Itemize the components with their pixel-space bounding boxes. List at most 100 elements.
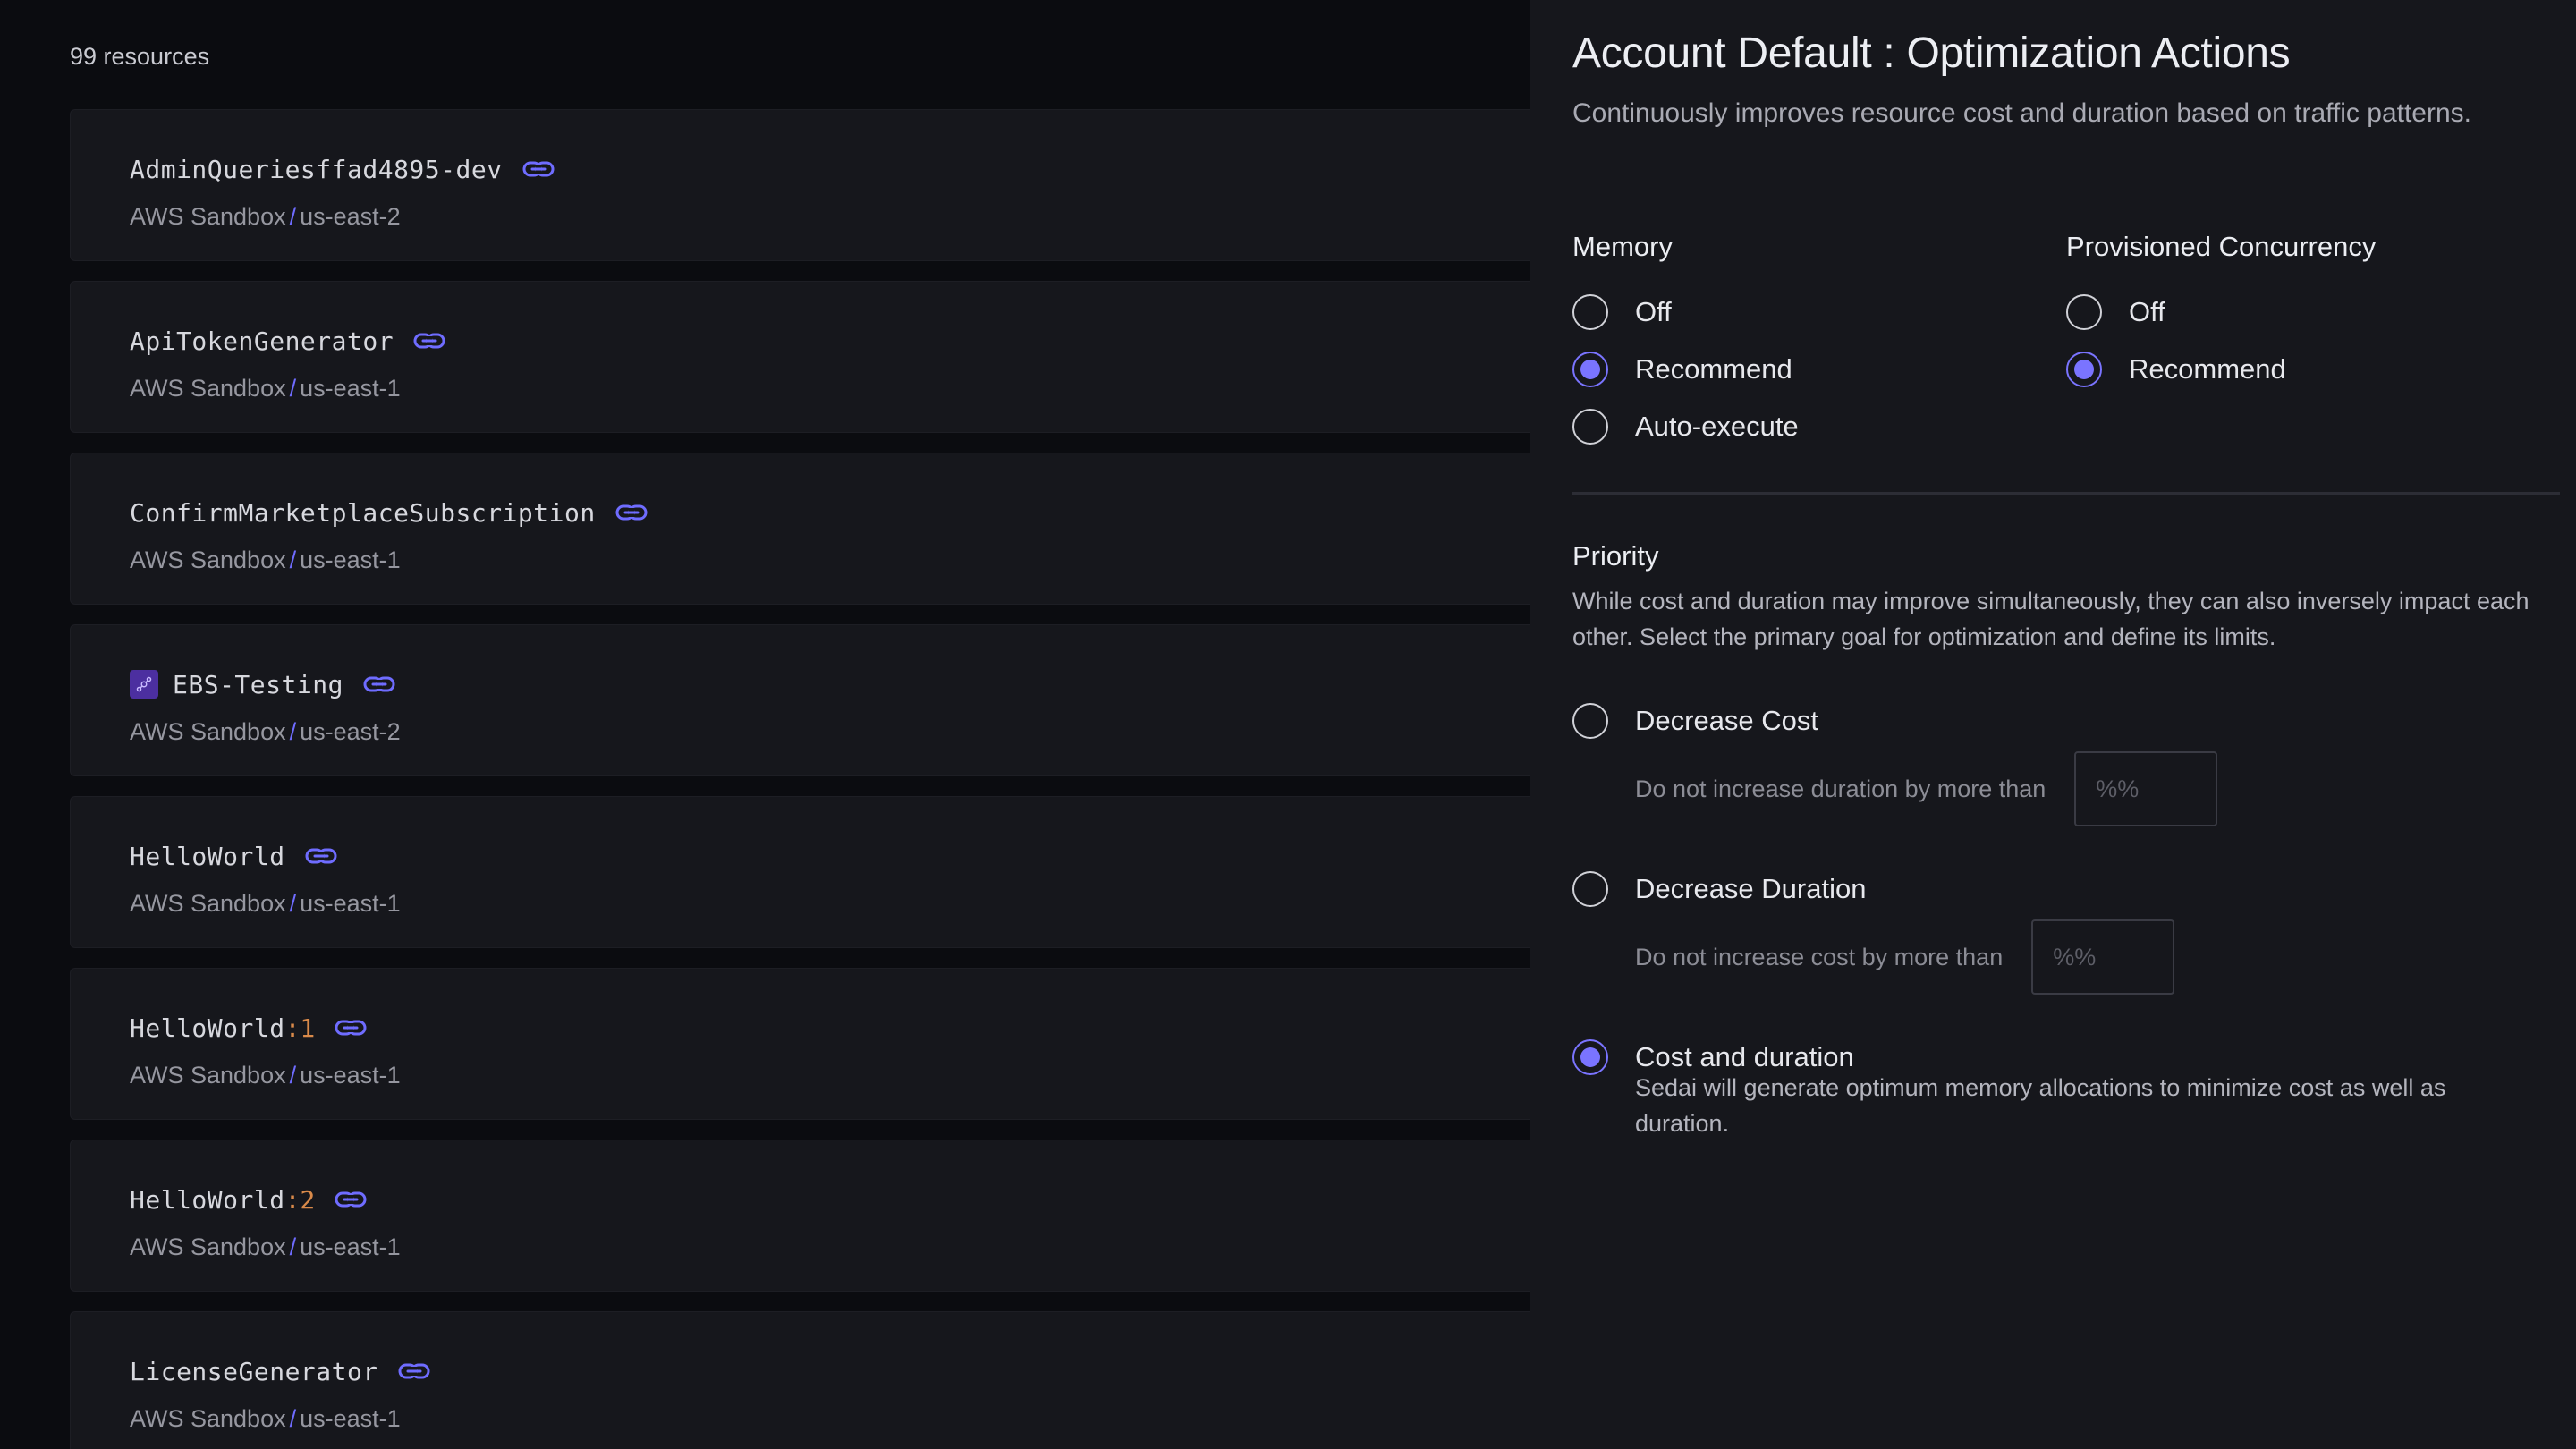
resource-region: us-east-1 bbox=[300, 547, 401, 573]
resource-region: us-east-1 bbox=[300, 890, 401, 917]
resource-location: AWS Sandbox / us-east-1 bbox=[130, 547, 401, 574]
resource-card[interactable]: HelloWorld:1 AWS Sandbox / us-east-1 bbox=[70, 968, 1530, 1120]
decrease-duration-limit: Do not increase cost by more than bbox=[1635, 919, 2175, 995]
link-icon[interactable] bbox=[398, 1361, 430, 1381]
resource-account: AWS Sandbox bbox=[130, 718, 286, 745]
resource-count: 99 resources bbox=[70, 43, 210, 70]
resource-card[interactable]: ConfirmMarketplaceSubscription AWS Sandbo… bbox=[70, 453, 1530, 605]
resource-name-row: LicenseGenerator bbox=[130, 1353, 430, 1389]
resource-separator: / bbox=[289, 547, 297, 573]
resource-list: AdminQueriesffad4895-dev AWS Sandbox / us-e… bbox=[70, 109, 1530, 1449]
resource-separator: / bbox=[289, 203, 297, 230]
memory-recommend-label: Recommend bbox=[1635, 353, 1792, 385]
resource-region: us-east-2 bbox=[300, 203, 401, 230]
resource-version: :2 bbox=[284, 1184, 316, 1215]
tag-icon bbox=[130, 670, 158, 699]
resource-separator: / bbox=[289, 375, 297, 402]
resource-name[interactable]: HelloWorld bbox=[130, 842, 285, 871]
resource-card[interactable]: EBS-Testing AWS Sandbox / us-east-2 bbox=[70, 624, 1530, 776]
cost-and-duration-description: Sedai will generate optimum memory alloc… bbox=[1635, 1074, 2446, 1137]
resource-card[interactable]: HelloWorld:2 AWS Sandbox / us-east-1 bbox=[70, 1140, 1530, 1292]
resource-region: us-east-1 bbox=[300, 1062, 401, 1089]
resource-region: us-east-1 bbox=[300, 375, 401, 402]
decrease-duration-limit-label: Do not increase cost by more than bbox=[1635, 943, 2004, 970]
resource-name-row: AdminQueriesffad4895-dev bbox=[130, 151, 555, 187]
link-icon[interactable] bbox=[413, 331, 445, 351]
link-icon[interactable] bbox=[335, 1190, 367, 1209]
resource-name-row: HelloWorld:1 bbox=[130, 1010, 367, 1046]
concurrency-option-recommend[interactable]: Recommend bbox=[2066, 350, 2286, 389]
priority-option-decrease-cost[interactable]: Decrease Cost bbox=[1572, 701, 1818, 741]
concurrency-off-radio[interactable] bbox=[2066, 294, 2102, 330]
resource-region: us-east-1 bbox=[300, 1405, 401, 1432]
resource-account: AWS Sandbox bbox=[130, 1233, 286, 1260]
resource-name-row: ConfirmMarketplaceSubscription bbox=[130, 495, 648, 530]
optimization-actions-panel: Account Default : Optimization Actions C… bbox=[1530, 0, 2576, 1449]
priority-description: While cost and duration may improve simu… bbox=[1572, 588, 2529, 650]
section-divider bbox=[1572, 492, 2560, 495]
resource-name[interactable]: AdminQueriesffad4895-dev bbox=[130, 155, 503, 184]
resource-name-row: ApiTokenGenerator bbox=[130, 323, 445, 359]
link-icon[interactable] bbox=[615, 503, 648, 522]
memory-recommend-radio[interactable] bbox=[1572, 352, 1608, 387]
duration-limit-input[interactable] bbox=[2074, 751, 2218, 826]
decrease-cost-radio[interactable] bbox=[1572, 703, 1608, 739]
resource-location: AWS Sandbox / us-east-1 bbox=[130, 1233, 401, 1261]
concurrency-option-off[interactable]: Off bbox=[2066, 292, 2165, 332]
resource-name[interactable]: ApiTokenGenerator bbox=[130, 326, 394, 356]
resource-name[interactable]: EBS-Testing bbox=[173, 670, 343, 699]
resource-name[interactable]: HelloWorld bbox=[130, 1013, 285, 1043]
resource-location: AWS Sandbox / us-east-2 bbox=[130, 203, 401, 231]
concurrency-heading: Provisioned Concurrency bbox=[2066, 231, 2377, 262]
cost-and-duration-label: Cost and duration bbox=[1635, 1041, 1854, 1072]
link-icon[interactable] bbox=[305, 846, 337, 866]
resource-list-pane: 99 resources AdminQueriesffad4895-dev AWS… bbox=[0, 0, 1530, 1449]
link-icon[interactable] bbox=[522, 159, 555, 179]
memory-option-recommend[interactable]: Recommend bbox=[1572, 350, 1792, 389]
concurrency-recommend-label: Recommend bbox=[2129, 353, 2286, 385]
decrease-duration-radio[interactable] bbox=[1572, 871, 1608, 907]
memory-option-auto-execute[interactable]: Auto-execute bbox=[1572, 407, 1799, 446]
resource-location: AWS Sandbox / us-east-1 bbox=[130, 1062, 401, 1089]
cost-limit-input[interactable] bbox=[2031, 919, 2175, 995]
decrease-duration-label: Decrease Duration bbox=[1635, 873, 1867, 904]
memory-auto-execute-label: Auto-execute bbox=[1635, 411, 1799, 442]
priority-option-decrease-duration[interactable]: Decrease Duration bbox=[1572, 869, 1866, 909]
resource-region: us-east-2 bbox=[300, 718, 401, 745]
memory-option-off[interactable]: Off bbox=[1572, 292, 1672, 332]
decrease-cost-limit: Do not increase duration by more than bbox=[1635, 751, 2218, 826]
resource-name-row: EBS-Testing bbox=[130, 666, 395, 702]
resource-location: AWS Sandbox / us-east-1 bbox=[130, 890, 401, 918]
link-icon[interactable] bbox=[335, 1018, 367, 1038]
decrease-cost-limit-label: Do not increase duration by more than bbox=[1635, 775, 2046, 802]
resource-name-row: HelloWorld bbox=[130, 838, 337, 874]
resource-account: AWS Sandbox bbox=[130, 547, 286, 573]
memory-off-label: Off bbox=[1635, 296, 1672, 327]
resource-location: AWS Sandbox / us-east-1 bbox=[130, 375, 401, 402]
resource-separator: / bbox=[289, 718, 297, 745]
resource-location: AWS Sandbox / us-east-1 bbox=[130, 1405, 401, 1433]
resource-name[interactable]: LicenseGenerator bbox=[130, 1357, 378, 1386]
cost-and-duration-radio[interactable] bbox=[1572, 1039, 1608, 1075]
priority-heading: Priority bbox=[1572, 540, 1659, 572]
decrease-cost-label: Decrease Cost bbox=[1635, 705, 1819, 736]
resource-location: AWS Sandbox / us-east-2 bbox=[130, 718, 401, 746]
resource-account: AWS Sandbox bbox=[130, 375, 286, 402]
resource-separator: / bbox=[289, 1405, 297, 1432]
resource-card[interactable]: ApiTokenGenerator AWS Sandbox / us-east-1 bbox=[70, 281, 1530, 433]
resource-account: AWS Sandbox bbox=[130, 1062, 286, 1089]
resource-card[interactable]: LicenseGenerator AWS Sandbox / us-east-1 bbox=[70, 1311, 1530, 1449]
link-icon[interactable] bbox=[363, 674, 395, 694]
resource-region: us-east-1 bbox=[300, 1233, 401, 1260]
resource-card[interactable]: HelloWorld AWS Sandbox / us-east-1 bbox=[70, 796, 1530, 948]
concurrency-off-label: Off bbox=[2129, 296, 2165, 327]
resource-name[interactable]: HelloWorld bbox=[130, 1185, 285, 1215]
resource-name[interactable]: ConfirmMarketplaceSubscription bbox=[130, 498, 596, 528]
memory-auto-execute-radio[interactable] bbox=[1572, 409, 1608, 445]
resource-account: AWS Sandbox bbox=[130, 890, 286, 917]
memory-off-radio[interactable] bbox=[1572, 294, 1608, 330]
resource-version: :1 bbox=[284, 1013, 316, 1043]
resource-card[interactable]: AdminQueriesffad4895-dev AWS Sandbox / us-e… bbox=[70, 109, 1530, 261]
panel-subtitle: Continuously improves resource cost and … bbox=[1572, 98, 2471, 128]
concurrency-recommend-radio[interactable] bbox=[2066, 352, 2102, 387]
